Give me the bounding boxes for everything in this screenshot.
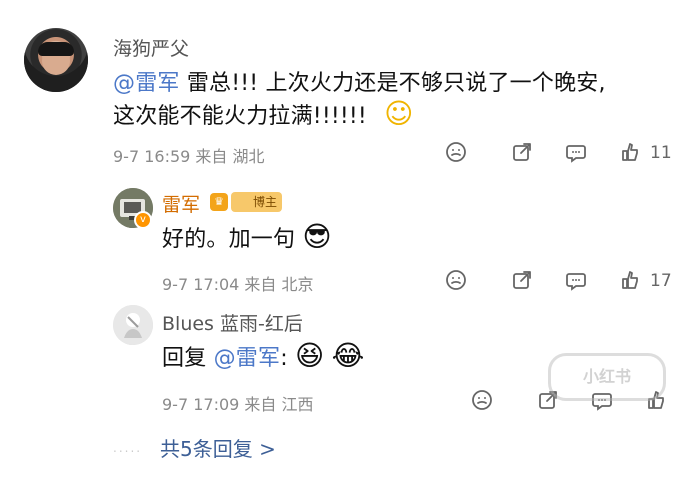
reply1-share-icon[interactable]	[510, 268, 534, 292]
reply1-face-icon[interactable]	[444, 268, 468, 292]
watermark: 小红书	[548, 353, 666, 401]
reply1-text-wrap: 好的。加一句 😎	[162, 223, 332, 256]
smile-emoji-icon: ☺	[384, 97, 414, 130]
reply2-mention[interactable]: @雷军	[214, 346, 281, 371]
main-comment-meta: 9-7 16:59 来自 湖北	[113, 147, 265, 166]
reply2-colon: :	[280, 346, 288, 371]
crying-laughing-emoji-icon: 😂	[331, 339, 365, 372]
main-comment-line1: 雷总!!! 上次火力还是不够只说了一个晚安,	[186, 71, 606, 96]
more-dots: .....	[113, 441, 143, 455]
reply2-prefix: 回复	[162, 346, 207, 371]
reply1-username[interactable]: 雷军	[162, 190, 200, 217]
reply2-username[interactable]: Blues 蓝雨-红后	[162, 309, 303, 336]
verified-icon: v	[134, 211, 152, 229]
reply1-like-count: 17	[650, 271, 672, 291]
main-comment-text: @雷军 雷总!!! 上次火力还是不够只说了一个晚安,	[113, 67, 633, 100]
main-comment-mention[interactable]: @雷军	[113, 71, 180, 96]
thumbs-up-icon[interactable]	[618, 140, 642, 164]
comment-icon[interactable]	[564, 140, 588, 164]
share-icon[interactable]	[510, 140, 534, 164]
reply1-comment-icon[interactable]	[564, 268, 588, 292]
reply1-meta: 9-7 17:04 来自 北京	[162, 275, 314, 294]
user-avatar[interactable]	[24, 28, 88, 92]
reply2-meta: 9-7 17:09 来自 江西	[162, 395, 314, 414]
reply2-face-icon[interactable]	[470, 388, 494, 412]
reply2-avatar[interactable]	[113, 305, 153, 345]
sunglasses-emoji-icon: 😎	[302, 220, 332, 253]
main-like-count: 11	[650, 143, 672, 163]
main-comment-line2: 这次能不能火力拉满!!!!!!	[113, 104, 367, 129]
reply2-text-wrap: 回复 @雷军: 😆 😂	[162, 342, 365, 375]
laughing-emoji-icon: 😆	[295, 339, 325, 372]
main-username[interactable]: 海狗严父	[113, 34, 189, 61]
reply1-thumbs-up-icon[interactable]	[618, 268, 642, 292]
face-icon[interactable]	[444, 140, 468, 164]
reply1-text: 好的。加一句	[162, 227, 296, 252]
main-comment-line2-wrap: 这次能不能火力拉满!!!!!! ☺	[113, 100, 414, 133]
more-replies-link[interactable]: 共5条回复 >	[160, 433, 276, 462]
crown-icon: ♛	[210, 193, 228, 211]
blogger-badge: 博主	[231, 192, 283, 212]
